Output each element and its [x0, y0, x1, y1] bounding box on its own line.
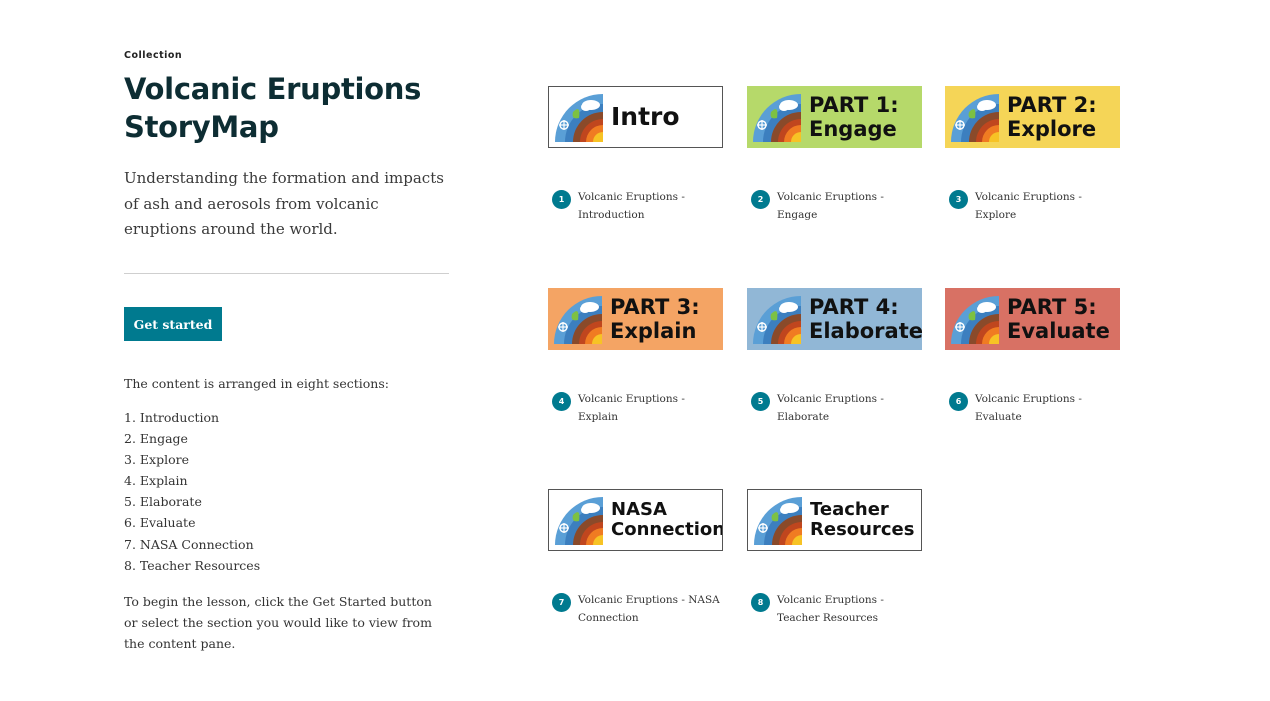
- banner-line: Engage: [809, 117, 897, 141]
- section-link[interactable]: 8 Volcanic Eruptions - Teacher Resources: [751, 593, 927, 627]
- banner-title: PART 3: Explain: [610, 295, 700, 343]
- list-item: 2. Engage: [124, 431, 188, 447]
- banner-line: Resources: [810, 519, 915, 540]
- section-number-badge: 7: [552, 593, 571, 612]
- list-item: 3. Explore: [124, 452, 189, 468]
- banner-title: Intro: [611, 103, 680, 131]
- banner-line: Teacher: [810, 499, 889, 520]
- banner-title: NASA Connection: [611, 499, 723, 540]
- earth-layers-logo-icon: [753, 94, 801, 142]
- section-banner[interactable]: PART 1: Engage: [747, 86, 922, 148]
- banner-line: PART 3:: [610, 295, 700, 319]
- sections-intro-text: The content is arranged in eight section…: [124, 376, 389, 391]
- earth-layers-logo-icon: [951, 296, 999, 344]
- section-banner[interactable]: NASA Connection: [548, 489, 723, 551]
- list-item: 4. Explain: [124, 473, 188, 489]
- section-number-badge: 6: [949, 392, 968, 411]
- banner-line: Explain: [610, 319, 697, 343]
- earth-layers-logo-icon: [555, 497, 603, 545]
- banner-line: Connection: [611, 519, 723, 540]
- banner-line: PART 4:: [809, 295, 899, 319]
- section-link-label: Volcanic Eruptions - Explore: [975, 191, 1082, 221]
- banner-title: Teacher Resources: [810, 500, 914, 540]
- section-link[interactable]: 6 Volcanic Eruptions - Evaluate: [949, 392, 1125, 426]
- list-item: 8. Teacher Resources: [124, 557, 261, 573]
- section-card[interactable]: NASA Connection 7 Volcanic Eruptions - NA…: [548, 489, 724, 629]
- banner-line: Intro: [611, 102, 680, 131]
- list-item: 7. NASA Connection: [124, 536, 254, 552]
- section-link[interactable]: 1 Volcanic Eruptions - Introduction: [552, 190, 728, 224]
- section-card[interactable]: PART 4: Elaborate 5 Volcanic Eruptions - …: [747, 288, 923, 428]
- section-card[interactable]: PART 1: Engage 2 Volcanic Eruptions - Eng…: [747, 86, 923, 226]
- banner-line: Evaluate: [1007, 319, 1110, 343]
- banner-title: PART 5: Evaluate: [1007, 295, 1110, 343]
- section-link-label: Volcanic Eruptions - Elaborate: [777, 393, 884, 423]
- section-link-label: Volcanic Eruptions - NASA Connection: [578, 594, 720, 624]
- section-banner[interactable]: PART 2: Explore: [945, 86, 1120, 148]
- earth-layers-logo-icon: [753, 296, 801, 344]
- page-title: Volcanic Eruptions StoryMap: [124, 72, 422, 144]
- section-number-badge: 2: [751, 190, 770, 209]
- section-number-badge: 4: [552, 392, 571, 411]
- section-link[interactable]: 2 Volcanic Eruptions - Engage: [751, 190, 927, 224]
- banner-title: PART 1: Engage: [809, 93, 899, 141]
- section-banner[interactable]: PART 5: Evaluate: [945, 288, 1120, 350]
- banner-line: PART 2:: [1007, 93, 1097, 117]
- section-card[interactable]: PART 2: Explore 3 Volcanic Eruptions - Ex…: [945, 86, 1121, 226]
- earth-layers-logo-icon: [554, 296, 602, 344]
- section-link[interactable]: 5 Volcanic Eruptions - Elaborate: [751, 392, 927, 426]
- section-link-label: Volcanic Eruptions - Introduction: [578, 191, 685, 221]
- section-banner[interactable]: Intro: [548, 86, 723, 148]
- section-card[interactable]: PART 5: Evaluate 6 Volcanic Eruptions - E…: [945, 288, 1121, 428]
- divider: [124, 273, 449, 274]
- section-link[interactable]: 7 Volcanic Eruptions - NASA Connection: [552, 593, 728, 627]
- section-card[interactable]: Teacher Resources 8 Volcanic Eruptions - …: [747, 489, 923, 629]
- list-item: 6. Evaluate: [124, 515, 196, 531]
- banner-line: NASA: [611, 499, 667, 520]
- section-link-label: Volcanic Eruptions - Evaluate: [975, 393, 1082, 423]
- banner-line: PART 1:: [809, 93, 899, 117]
- earth-layers-logo-icon: [555, 94, 603, 142]
- banner-line: Explore: [1007, 117, 1097, 141]
- earth-layers-logo-icon: [754, 497, 802, 545]
- section-banner[interactable]: PART 4: Elaborate: [747, 288, 922, 350]
- section-link-label: Volcanic Eruptions - Teacher Resources: [777, 594, 884, 624]
- section-link[interactable]: 4 Volcanic Eruptions - Explain: [552, 392, 728, 426]
- section-number-badge: 3: [949, 190, 968, 209]
- section-link[interactable]: 3 Volcanic Eruptions - Explore: [949, 190, 1125, 224]
- section-card[interactable]: PART 3: Explain 4 Volcanic Eruptions - Ex…: [548, 288, 724, 428]
- banner-title: PART 2: Explore: [1007, 93, 1097, 141]
- section-number-badge: 8: [751, 593, 770, 612]
- collection-description: Understanding the formation and impacts …: [124, 169, 444, 238]
- collection-eyebrow: Collection: [124, 50, 183, 61]
- banner-line: Elaborate: [809, 319, 922, 343]
- list-item: 1. Introduction: [124, 410, 220, 425]
- sections-list: 1. Introduction 2. Engage 3. Explore 4. …: [124, 409, 260, 578]
- section-card[interactable]: Intro 1 Volcanic Eruptions - Introductio…: [548, 86, 724, 226]
- section-link-label: Volcanic Eruptions - Engage: [777, 191, 884, 221]
- banner-title: PART 4: Elaborate: [809, 295, 922, 343]
- list-item: 5. Elaborate: [124, 494, 202, 510]
- instructions-text: To begin the lesson, click the Get Start…: [124, 594, 432, 651]
- section-number-badge: 5: [751, 392, 770, 411]
- get-started-button[interactable]: Get started: [124, 307, 222, 341]
- banner-line: PART 5:: [1007, 295, 1097, 319]
- section-banner[interactable]: Teacher Resources: [747, 489, 922, 551]
- section-banner[interactable]: PART 3: Explain: [548, 288, 723, 350]
- earth-layers-logo-icon: [951, 94, 999, 142]
- section-link-label: Volcanic Eruptions - Explain: [578, 393, 685, 423]
- section-number-badge: 1: [552, 190, 571, 209]
